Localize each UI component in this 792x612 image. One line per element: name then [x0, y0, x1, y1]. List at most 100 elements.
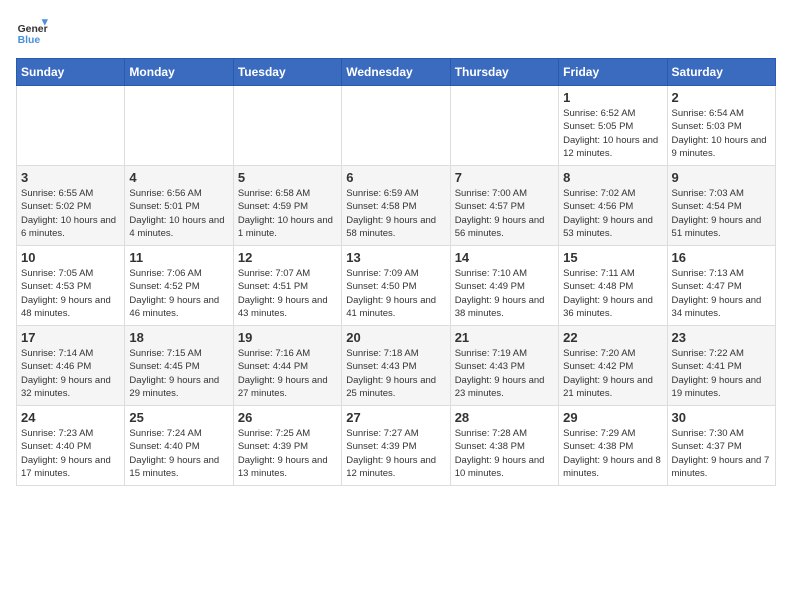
day-number: 23 — [672, 330, 771, 345]
day-number: 21 — [455, 330, 554, 345]
logo: General Blue — [16, 16, 48, 48]
day-info: Sunrise: 7:22 AM Sunset: 4:41 PM Dayligh… — [672, 347, 771, 400]
day-info: Sunrise: 7:16 AM Sunset: 4:44 PM Dayligh… — [238, 347, 337, 400]
calendar-cell: 23 Sunrise: 7:22 AM Sunset: 4:41 PM Dayli… — [667, 326, 775, 406]
day-number: 25 — [129, 410, 228, 425]
calendar-cell: 14 Sunrise: 7:10 AM Sunset: 4:49 PM Dayli… — [450, 246, 558, 326]
calendar-cell: 3Sunrise: 6:55 AM Sunset: 5:02 PM Daylig… — [17, 166, 125, 246]
day-info: Sunrise: 7:27 AM Sunset: 4:39 PM Dayligh… — [346, 427, 445, 480]
week-row-3: 10 Sunrise: 7:05 AM Sunset: 4:53 PM Dayli… — [17, 246, 776, 326]
day-info: Sunrise: 7:15 AM Sunset: 4:45 PM Dayligh… — [129, 347, 228, 400]
day-number: 13 — [346, 250, 445, 265]
day-number: 26 — [238, 410, 337, 425]
calendar-cell: 19 Sunrise: 7:16 AM Sunset: 4:44 PM Dayli… — [233, 326, 341, 406]
day-number: 6 — [346, 170, 445, 185]
day-info: Sunrise: 7:23 AM Sunset: 4:40 PM Dayligh… — [21, 427, 120, 480]
day-number: 20 — [346, 330, 445, 345]
day-number: 7 — [455, 170, 554, 185]
day-number: 16 — [672, 250, 771, 265]
week-row-2: 3Sunrise: 6:55 AM Sunset: 5:02 PM Daylig… — [17, 166, 776, 246]
calendar-cell: 17 Sunrise: 7:14 AM Sunset: 4:46 PM Dayli… — [17, 326, 125, 406]
calendar-cell: 18 Sunrise: 7:15 AM Sunset: 4:45 PM Dayli… — [125, 326, 233, 406]
day-number: 18 — [129, 330, 228, 345]
calendar-cell: 5 Sunrise: 6:58 AM Sunset: 4:59 PM Daylig… — [233, 166, 341, 246]
weekday-header-saturday: Saturday — [667, 59, 775, 86]
day-info: Sunrise: 7:30 AM Sunset: 4:37 PM Dayligh… — [672, 427, 771, 480]
day-number: 12 — [238, 250, 337, 265]
calendar-cell: 13 Sunrise: 7:09 AM Sunset: 4:50 PM Dayli… — [342, 246, 450, 326]
week-row-1: 1 Sunrise: 6:52 AM Sunset: 5:05 PM Daylig… — [17, 86, 776, 166]
weekday-header-tuesday: Tuesday — [233, 59, 341, 86]
day-number: 19 — [238, 330, 337, 345]
weekday-header-thursday: Thursday — [450, 59, 558, 86]
day-info: Sunrise: 6:52 AM Sunset: 5:05 PM Dayligh… — [563, 107, 662, 160]
week-row-4: 17 Sunrise: 7:14 AM Sunset: 4:46 PM Dayli… — [17, 326, 776, 406]
day-number: 10 — [21, 250, 120, 265]
calendar-cell: 26 Sunrise: 7:25 AM Sunset: 4:39 PM Dayli… — [233, 406, 341, 486]
day-info: Sunrise: 7:07 AM Sunset: 4:51 PM Dayligh… — [238, 267, 337, 320]
calendar-cell — [17, 86, 125, 166]
day-info: Sunrise: 7:10 AM Sunset: 4:49 PM Dayligh… — [455, 267, 554, 320]
weekday-header-monday: Monday — [125, 59, 233, 86]
day-info: Sunrise: 6:58 AM Sunset: 4:59 PM Dayligh… — [238, 187, 337, 240]
day-number: 28 — [455, 410, 554, 425]
calendar-cell: 25 Sunrise: 7:24 AM Sunset: 4:40 PM Dayli… — [125, 406, 233, 486]
day-info: Sunrise: 7:18 AM Sunset: 4:43 PM Dayligh… — [346, 347, 445, 400]
calendar-cell: 6 Sunrise: 6:59 AM Sunset: 4:58 PM Daylig… — [342, 166, 450, 246]
calendar-cell: 20 Sunrise: 7:18 AM Sunset: 4:43 PM Dayli… — [342, 326, 450, 406]
day-number: 30 — [672, 410, 771, 425]
calendar-cell: 22Sunrise: 7:20 AM Sunset: 4:42 PM Dayli… — [559, 326, 667, 406]
day-number: 9 — [672, 170, 771, 185]
day-info: Sunrise: 7:28 AM Sunset: 4:38 PM Dayligh… — [455, 427, 554, 480]
day-number: 1 — [563, 90, 662, 105]
day-number: 5 — [238, 170, 337, 185]
calendar-cell: 10 Sunrise: 7:05 AM Sunset: 4:53 PM Dayli… — [17, 246, 125, 326]
day-number: 27 — [346, 410, 445, 425]
calendar-cell: 9 Sunrise: 7:03 AM Sunset: 4:54 PM Daylig… — [667, 166, 775, 246]
calendar-table: SundayMondayTuesdayWednesdayThursdayFrid… — [16, 58, 776, 486]
day-info: Sunrise: 6:59 AM Sunset: 4:58 PM Dayligh… — [346, 187, 445, 240]
calendar-cell: 2 Sunrise: 6:54 AM Sunset: 5:03 PM Daylig… — [667, 86, 775, 166]
day-info: Sunrise: 7:19 AM Sunset: 4:43 PM Dayligh… — [455, 347, 554, 400]
calendar-cell — [125, 86, 233, 166]
calendar-cell — [233, 86, 341, 166]
day-info: Sunrise: 6:54 AM Sunset: 5:03 PM Dayligh… — [672, 107, 771, 160]
calendar-cell: 24 Sunrise: 7:23 AM Sunset: 4:40 PM Dayli… — [17, 406, 125, 486]
svg-text:General: General — [18, 24, 48, 35]
weekday-header-wednesday: Wednesday — [342, 59, 450, 86]
day-number: 14 — [455, 250, 554, 265]
weekday-header-sunday: Sunday — [17, 59, 125, 86]
calendar-cell: 30 Sunrise: 7:30 AM Sunset: 4:37 PM Dayli… — [667, 406, 775, 486]
calendar-cell: 29 Sunrise: 7:29 AM Sunset: 4:38 PM Dayli… — [559, 406, 667, 486]
week-row-5: 24 Sunrise: 7:23 AM Sunset: 4:40 PM Dayli… — [17, 406, 776, 486]
day-info: Sunrise: 7:03 AM Sunset: 4:54 PM Dayligh… — [672, 187, 771, 240]
calendar-cell: 16 Sunrise: 7:13 AM Sunset: 4:47 PM Dayli… — [667, 246, 775, 326]
day-number: 22 — [563, 330, 662, 345]
day-number: 8 — [563, 170, 662, 185]
day-info: Sunrise: 7:24 AM Sunset: 4:40 PM Dayligh… — [129, 427, 228, 480]
calendar-cell: 7Sunrise: 7:00 AM Sunset: 4:57 PM Daylig… — [450, 166, 558, 246]
calendar-cell: 27 Sunrise: 7:27 AM Sunset: 4:39 PM Dayli… — [342, 406, 450, 486]
day-info: Sunrise: 7:09 AM Sunset: 4:50 PM Dayligh… — [346, 267, 445, 320]
svg-text:Blue: Blue — [18, 35, 41, 46]
logo-icon: General Blue — [16, 16, 48, 48]
day-info: Sunrise: 7:29 AM Sunset: 4:38 PM Dayligh… — [563, 427, 662, 480]
day-number: 4 — [129, 170, 228, 185]
day-info: Sunrise: 6:55 AM Sunset: 5:02 PM Dayligh… — [21, 187, 120, 240]
day-info: Sunrise: 7:13 AM Sunset: 4:47 PM Dayligh… — [672, 267, 771, 320]
day-number: 24 — [21, 410, 120, 425]
day-number: 17 — [21, 330, 120, 345]
day-info: Sunrise: 7:06 AM Sunset: 4:52 PM Dayligh… — [129, 267, 228, 320]
day-info: Sunrise: 7:02 AM Sunset: 4:56 PM Dayligh… — [563, 187, 662, 240]
day-number: 2 — [672, 90, 771, 105]
calendar-cell: 21 Sunrise: 7:19 AM Sunset: 4:43 PM Dayli… — [450, 326, 558, 406]
calendar-cell: 15Sunrise: 7:11 AM Sunset: 4:48 PM Dayli… — [559, 246, 667, 326]
day-info: Sunrise: 7:11 AM Sunset: 4:48 PM Dayligh… — [563, 267, 662, 320]
day-info: Sunrise: 6:56 AM Sunset: 5:01 PM Dayligh… — [129, 187, 228, 240]
day-info: Sunrise: 7:25 AM Sunset: 4:39 PM Dayligh… — [238, 427, 337, 480]
calendar-cell: 28 Sunrise: 7:28 AM Sunset: 4:38 PM Dayli… — [450, 406, 558, 486]
day-info: Sunrise: 7:14 AM Sunset: 4:46 PM Dayligh… — [21, 347, 120, 400]
calendar-cell: 8 Sunrise: 7:02 AM Sunset: 4:56 PM Daylig… — [559, 166, 667, 246]
day-info: Sunrise: 7:05 AM Sunset: 4:53 PM Dayligh… — [21, 267, 120, 320]
day-number: 29 — [563, 410, 662, 425]
